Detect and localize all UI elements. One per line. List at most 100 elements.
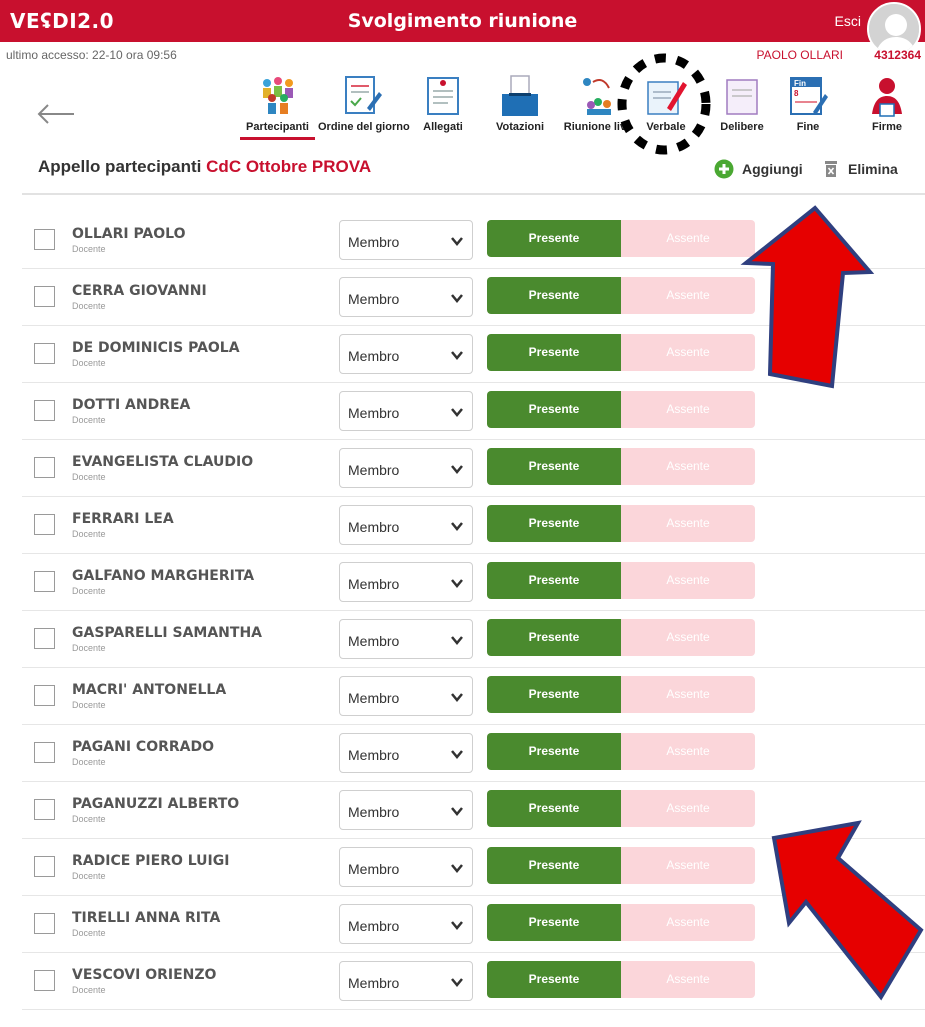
present-button[interactable]: Presente (487, 391, 621, 428)
row-checkbox[interactable] (34, 799, 55, 820)
present-button[interactable]: Presente (487, 220, 621, 257)
chevron-down-icon (451, 864, 463, 873)
calendar-end-icon: Fin 8 (790, 77, 828, 115)
absent-button[interactable]: Assente (621, 847, 755, 884)
membership-value: Membro (348, 861, 400, 877)
membership-select[interactable]: Membro (339, 961, 473, 1001)
row-checkbox[interactable] (34, 913, 55, 934)
membership-select[interactable]: Membro (339, 733, 473, 773)
membership-select[interactable]: Membro (339, 391, 473, 431)
row-checkbox[interactable] (34, 685, 55, 706)
absent-button[interactable]: Assente (621, 961, 755, 998)
present-button[interactable]: Presente (487, 619, 621, 656)
participant-role: Docente (72, 529, 106, 539)
membership-value: Membro (348, 576, 400, 592)
participant-name: OLLARI PAOLO (72, 226, 186, 242)
present-button[interactable]: Presente (487, 904, 621, 941)
present-button[interactable]: Presente (487, 790, 621, 827)
present-button[interactable]: Presente (487, 448, 621, 485)
tab-signatures[interactable]: Firme (862, 70, 912, 140)
page-title: Svolgimento riunione (347, 10, 578, 32)
tab-resolutions[interactable]: Delibere (716, 70, 768, 140)
participant-row: VESCOVI ORIENZO Docente Membro Presente Asse… (22, 953, 925, 1010)
present-button[interactable]: Presente (487, 733, 621, 770)
chevron-down-icon (451, 237, 463, 246)
present-button[interactable]: Presente (487, 961, 621, 998)
row-checkbox[interactable] (34, 571, 55, 592)
participant-name: EVANGELISTA CLAUDIO (72, 454, 254, 470)
participant-row: PAGANI CORRADO Docente Membro Presente Assen… (22, 725, 925, 782)
chevron-down-icon (451, 522, 463, 531)
membership-select[interactable]: Membro (339, 790, 473, 830)
tab-label: Firme (872, 121, 902, 133)
absent-button[interactable]: Assente (621, 619, 755, 656)
plus-circle-icon (714, 159, 734, 179)
row-checkbox[interactable] (34, 286, 55, 307)
tab-live-meeting[interactable]: Riunione live (560, 70, 636, 140)
participant-row: MACRI' ANTONELLA Docente Membro Presente Ass… (22, 668, 925, 725)
absent-button[interactable]: Assente (621, 733, 755, 770)
absent-button[interactable]: Assente (621, 448, 755, 485)
row-checkbox[interactable] (34, 343, 55, 364)
membership-select[interactable]: Membro (339, 334, 473, 374)
participant-role: Docente (72, 757, 106, 767)
absent-button[interactable]: Assente (621, 790, 755, 827)
tab-participants[interactable]: Partecipanti (240, 70, 315, 140)
absent-button[interactable]: Assente (621, 220, 755, 257)
back-button[interactable] (36, 102, 76, 126)
tab-minutes[interactable]: Verbale (640, 70, 692, 140)
row-checkbox[interactable] (34, 400, 55, 421)
present-button[interactable]: Presente (487, 334, 621, 371)
row-checkbox[interactable] (34, 742, 55, 763)
row-checkbox[interactable] (34, 970, 55, 991)
participant-name: MACRI' ANTONELLA (72, 682, 227, 698)
participant-role: Docente (72, 700, 106, 710)
absent-button[interactable]: Assente (621, 277, 755, 314)
add-participant-button[interactable]: Aggiungi (714, 158, 803, 180)
absent-button[interactable]: Assente (621, 391, 755, 428)
logout-link[interactable]: Esci (835, 13, 861, 29)
absent-button[interactable]: Assente (621, 334, 755, 371)
trash-icon (825, 161, 837, 177)
tab-label: Riunione live (563, 121, 633, 133)
participant-row: DE DOMINICIS PAOLA Docente Membro Presente A… (22, 326, 925, 383)
present-button[interactable]: Presente (487, 505, 621, 542)
participant-role: Docente (72, 928, 106, 938)
membership-select[interactable]: Membro (339, 448, 473, 488)
row-checkbox[interactable] (34, 514, 55, 535)
chevron-down-icon (451, 750, 463, 759)
delete-participant-button[interactable]: Elimina (824, 158, 898, 180)
membership-select[interactable]: Membro (339, 904, 473, 944)
membership-select[interactable]: Membro (339, 847, 473, 887)
present-button[interactable]: Presente (487, 847, 621, 884)
row-checkbox[interactable] (34, 628, 55, 649)
membership-value: Membro (348, 804, 400, 820)
present-button[interactable]: Presente (487, 676, 621, 713)
absent-button[interactable]: Assente (621, 562, 755, 599)
add-label: Aggiungi (742, 161, 803, 177)
absent-button[interactable]: Assente (621, 676, 755, 713)
agenda-icon (345, 76, 382, 114)
tab-votes[interactable]: Votazioni (492, 70, 548, 140)
user-code: 4312364 (874, 48, 921, 62)
tab-end[interactable]: Fin 8 Fine (788, 70, 828, 140)
membership-select[interactable]: Membro (339, 676, 473, 716)
present-button[interactable]: Presente (487, 277, 621, 314)
membership-select[interactable]: Membro (339, 505, 473, 545)
row-checkbox[interactable] (34, 457, 55, 478)
tab-attachments[interactable]: Allegati (418, 70, 468, 140)
absent-button[interactable]: Assente (621, 904, 755, 941)
resolutions-icon (726, 79, 758, 115)
row-checkbox[interactable] (34, 856, 55, 877)
chevron-down-icon (451, 294, 463, 303)
membership-select[interactable]: Membro (339, 220, 473, 260)
row-checkbox[interactable] (34, 229, 55, 250)
present-button[interactable]: Presente (487, 562, 621, 599)
absent-button[interactable]: Assente (621, 505, 755, 542)
membership-select[interactable]: Membro (339, 562, 473, 602)
membership-value: Membro (348, 234, 400, 250)
chevron-down-icon (451, 693, 463, 702)
membership-select[interactable]: Membro (339, 619, 473, 659)
membership-select[interactable]: Membro (339, 277, 473, 317)
tab-agenda[interactable]: Ordine del giorno (318, 70, 410, 140)
